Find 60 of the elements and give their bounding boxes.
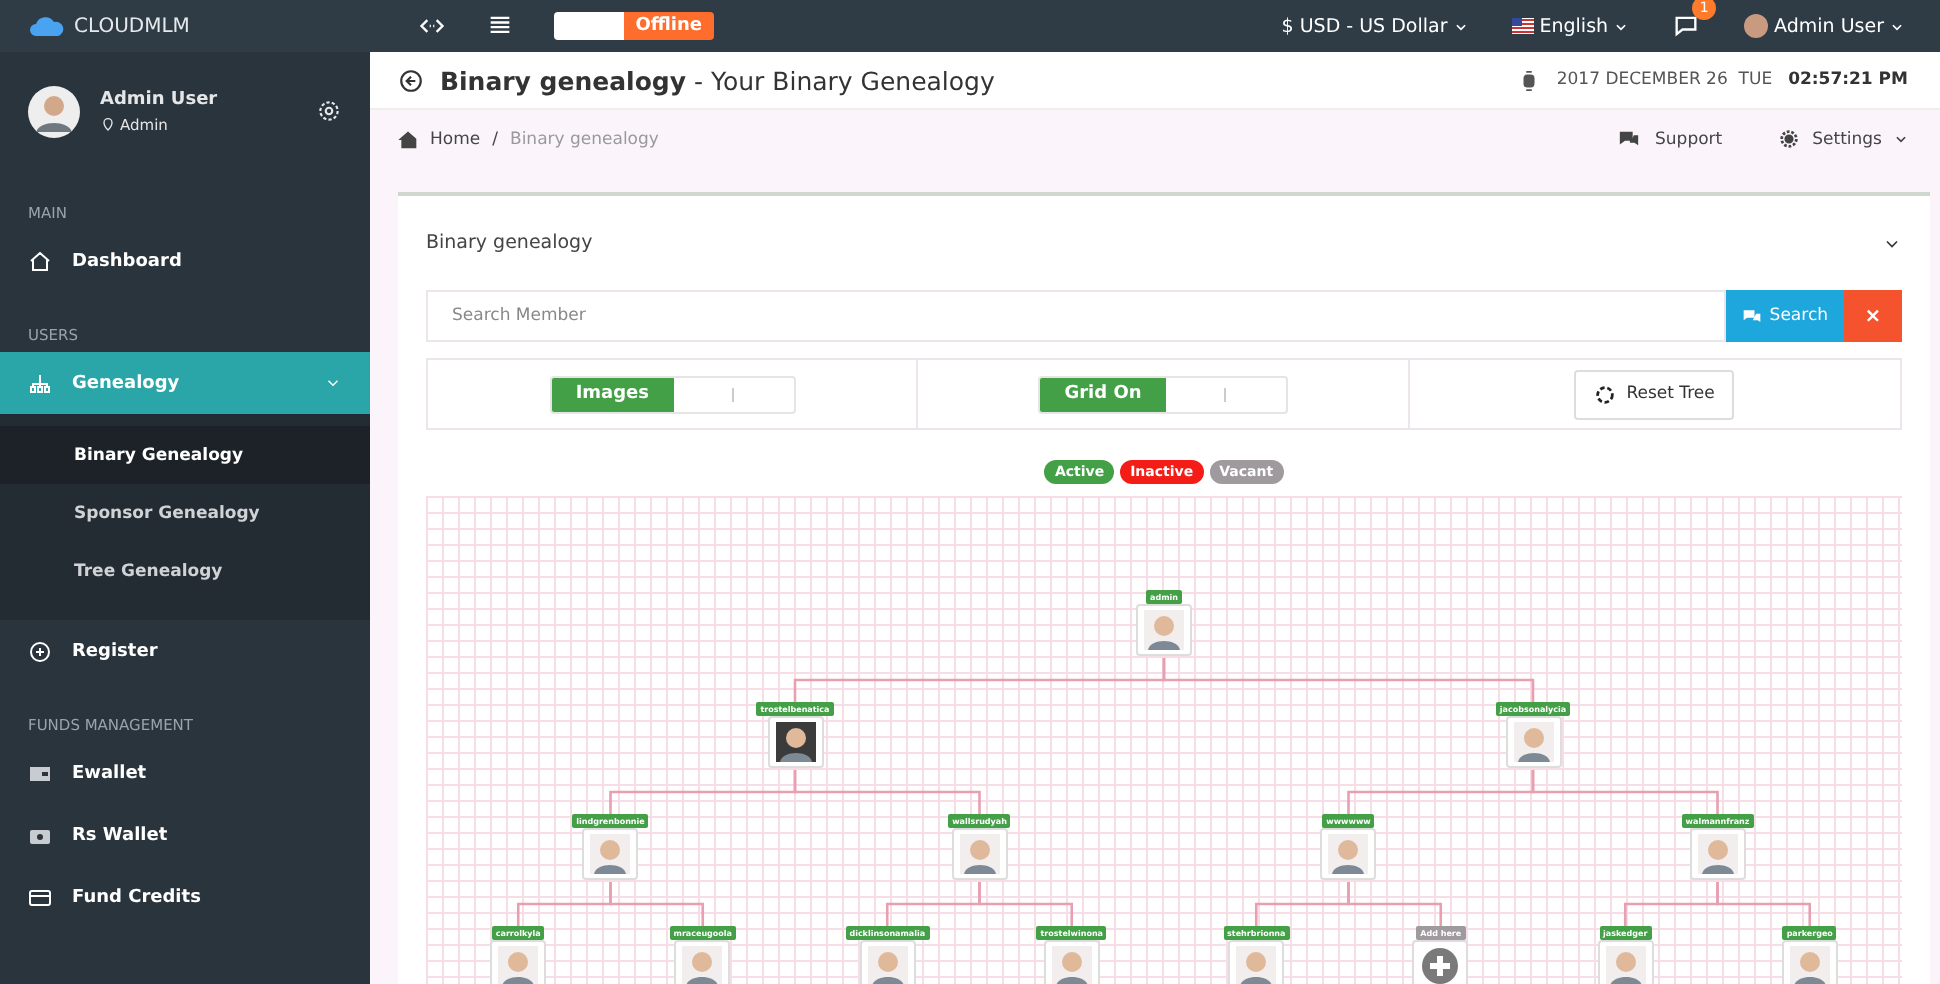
connector-line (1347, 882, 1443, 926)
nav-item[interactable]: Register (0, 620, 370, 682)
chevron-down-icon (1453, 19, 1468, 33)
location-pin-icon (100, 116, 116, 132)
user-menu[interactable]: Admin User (1744, 14, 1904, 38)
chevron-down-icon (1614, 19, 1629, 33)
language-menu[interactable]: English (1511, 15, 1629, 37)
avatar-icon (28, 85, 80, 137)
connector-line (609, 882, 705, 926)
add-icon (1422, 948, 1459, 984)
cloud-logo-icon (30, 16, 64, 36)
brand-name: CLOUDMLM (74, 15, 190, 37)
chat-icon (1672, 12, 1701, 40)
watch-icon (1518, 69, 1541, 91)
settings-icon (1778, 128, 1801, 150)
submenu-item[interactable]: Binary Genealogy (0, 426, 370, 484)
toggle-switch[interactable]: Grid On (1038, 375, 1288, 413)
page-title: Binary genealogy - Your Binary Genealogy (440, 65, 995, 95)
nav-item[interactable]: Fund Credits (0, 866, 370, 928)
breadcrumb-current: Binary genealogy (509, 129, 659, 149)
nav-item[interactable]: Rs Wallet (0, 804, 370, 866)
wallet-icon (28, 761, 52, 785)
chat-icon (1617, 128, 1640, 150)
refresh-icon (1594, 383, 1617, 405)
switch-handle-icon (1224, 387, 1227, 401)
avatar-icon (1744, 14, 1769, 38)
home-icon (28, 249, 52, 273)
flag-icon (1511, 18, 1534, 34)
submenu-item[interactable]: Tree Genealogy (0, 542, 370, 600)
support-link[interactable]: Support (1617, 128, 1723, 150)
sitemap-icon (28, 371, 52, 395)
submenu-item[interactable]: Sponsor Genealogy (0, 484, 370, 542)
plus-circle-icon (28, 639, 52, 663)
settings-menu[interactable]: Settings (1778, 128, 1908, 150)
nav-item[interactable]: Ewallet (0, 742, 370, 804)
nav-item[interactable]: Dashboard (0, 230, 370, 292)
chevron-down-icon (1890, 19, 1904, 33)
breadcrumb-link[interactable]: Home (430, 129, 481, 149)
profile-name: Admin User (100, 89, 220, 109)
breadcrumb-separator: / (492, 129, 498, 149)
switch-handle-icon (732, 387, 735, 401)
search-field[interactable]: Search Member (426, 290, 1726, 342)
connector-line (978, 882, 1074, 926)
currency-menu[interactable]: $ USD - US Dollar (1281, 15, 1468, 37)
credit-card-icon (28, 885, 52, 909)
member-card[interactable] (767, 716, 823, 768)
date-text: 2017 DECEMBER 26 TUE (1556, 70, 1773, 90)
back-icon (398, 67, 424, 93)
reset-tree-button[interactable]: Reset Tree (1574, 369, 1735, 419)
settings-icon (316, 98, 342, 124)
panel-title: Binary genealogy (426, 232, 593, 254)
toggle-switch[interactable]: Images (549, 375, 796, 413)
nav-item[interactable]: Genealogy (0, 352, 370, 414)
clear-button[interactable]: × (1844, 290, 1902, 342)
chat-icon (1741, 307, 1762, 325)
chevron-down-icon (1894, 132, 1908, 146)
home-icon (398, 129, 418, 149)
time-text: 02:57:21 PM (1788, 70, 1908, 90)
connector-line (1716, 882, 1812, 926)
search-button[interactable]: Search (1725, 290, 1844, 342)
